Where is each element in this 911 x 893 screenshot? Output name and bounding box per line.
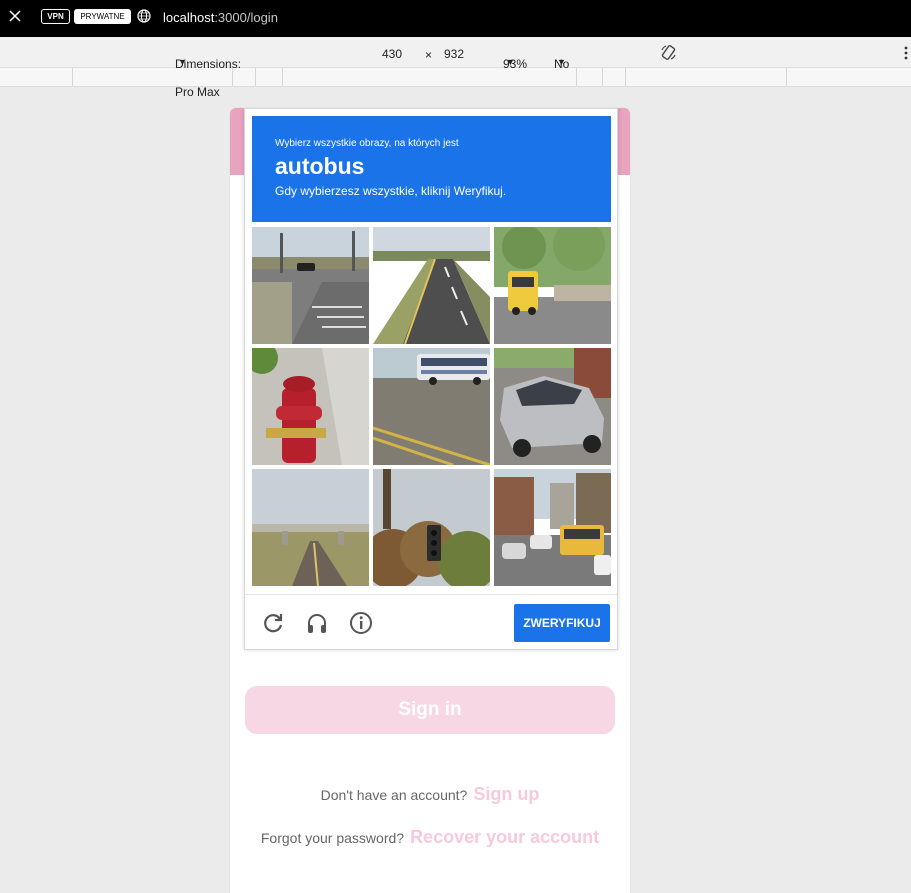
captcha-tile-street-bus[interactable] xyxy=(494,469,611,586)
recover-row: Forgot your password? Recover your accoun… xyxy=(230,827,630,848)
forgot-password-text: Forgot your password? xyxy=(260,830,405,846)
sign-up-link[interactable]: Sign up xyxy=(473,784,539,804)
width-input[interactable]: 430 xyxy=(382,47,402,61)
reload-icon[interactable] xyxy=(261,611,285,635)
captcha-tile-suv[interactable] xyxy=(494,348,611,465)
recaptcha-challenge: Wybierz wszystkie obrazy, na których jes… xyxy=(244,108,618,650)
captcha-image-grid xyxy=(252,227,611,586)
captcha-header: Wybierz wszystkie obrazy, na których jes… xyxy=(252,116,611,222)
globe-icon[interactable] xyxy=(137,9,151,23)
rotate-icon[interactable] xyxy=(660,44,677,61)
verify-button[interactable]: ZWERYFIKUJ xyxy=(514,604,610,642)
headphones-icon[interactable] xyxy=(305,611,329,635)
url-path: :3000/login xyxy=(214,10,278,25)
captcha-tile-traffic-light[interactable] xyxy=(373,469,490,586)
media-query-ruler[interactable] xyxy=(0,68,911,87)
captcha-tile-highway[interactable] xyxy=(373,227,490,344)
captcha-tile-overpass[interactable] xyxy=(252,469,369,586)
info-icon[interactable] xyxy=(349,611,373,635)
captcha-tile-school-bus[interactable] xyxy=(494,227,611,344)
chevron-down-icon: ▼ xyxy=(506,57,515,67)
captcha-instruction: Gdy wybierzesz wszystkie, kliknij Weryfi… xyxy=(275,184,507,198)
captcha-tile-fire-hydrant[interactable] xyxy=(252,348,369,465)
no-account-text: Don't have an account? xyxy=(320,787,468,803)
height-input[interactable]: 932 xyxy=(444,47,464,61)
phone-viewport: Wybierz wszystkie obrazy, na których jes… xyxy=(230,108,630,893)
recover-account-link[interactable]: Recover your account xyxy=(410,827,599,847)
more-options-icon[interactable] xyxy=(904,46,908,60)
url-host: localhost xyxy=(163,10,215,25)
signup-row: Don't have an account? Sign up xyxy=(230,784,630,805)
times-symbol: × xyxy=(425,48,433,62)
captcha-subtitle: Wybierz wszystkie obrazy, na których jes… xyxy=(275,138,459,149)
device-toolbar: Dimensions: iPhone 14 Pro Max▼ 430 × 932… xyxy=(0,37,911,99)
chevron-down-icon: ▼ xyxy=(178,57,187,67)
captcha-target-word: autobus xyxy=(275,153,365,179)
captcha-footer: ZWERYFIKUJ xyxy=(245,594,617,650)
captcha-tile-city-bus[interactable] xyxy=(373,348,490,465)
vpn-badge[interactable]: VPN xyxy=(41,9,70,24)
close-icon[interactable] xyxy=(8,9,22,23)
chevron-down-icon: ▼ xyxy=(557,57,566,67)
sign-in-button[interactable]: Sign in xyxy=(245,686,615,734)
browser-topbar: VPN PRYWATNE localhost:3000/login xyxy=(0,0,911,37)
private-badge: PRYWATNE xyxy=(74,9,131,24)
address-bar[interactable]: localhost:3000/login xyxy=(163,10,278,25)
captcha-tile-intersection[interactable] xyxy=(252,227,369,344)
